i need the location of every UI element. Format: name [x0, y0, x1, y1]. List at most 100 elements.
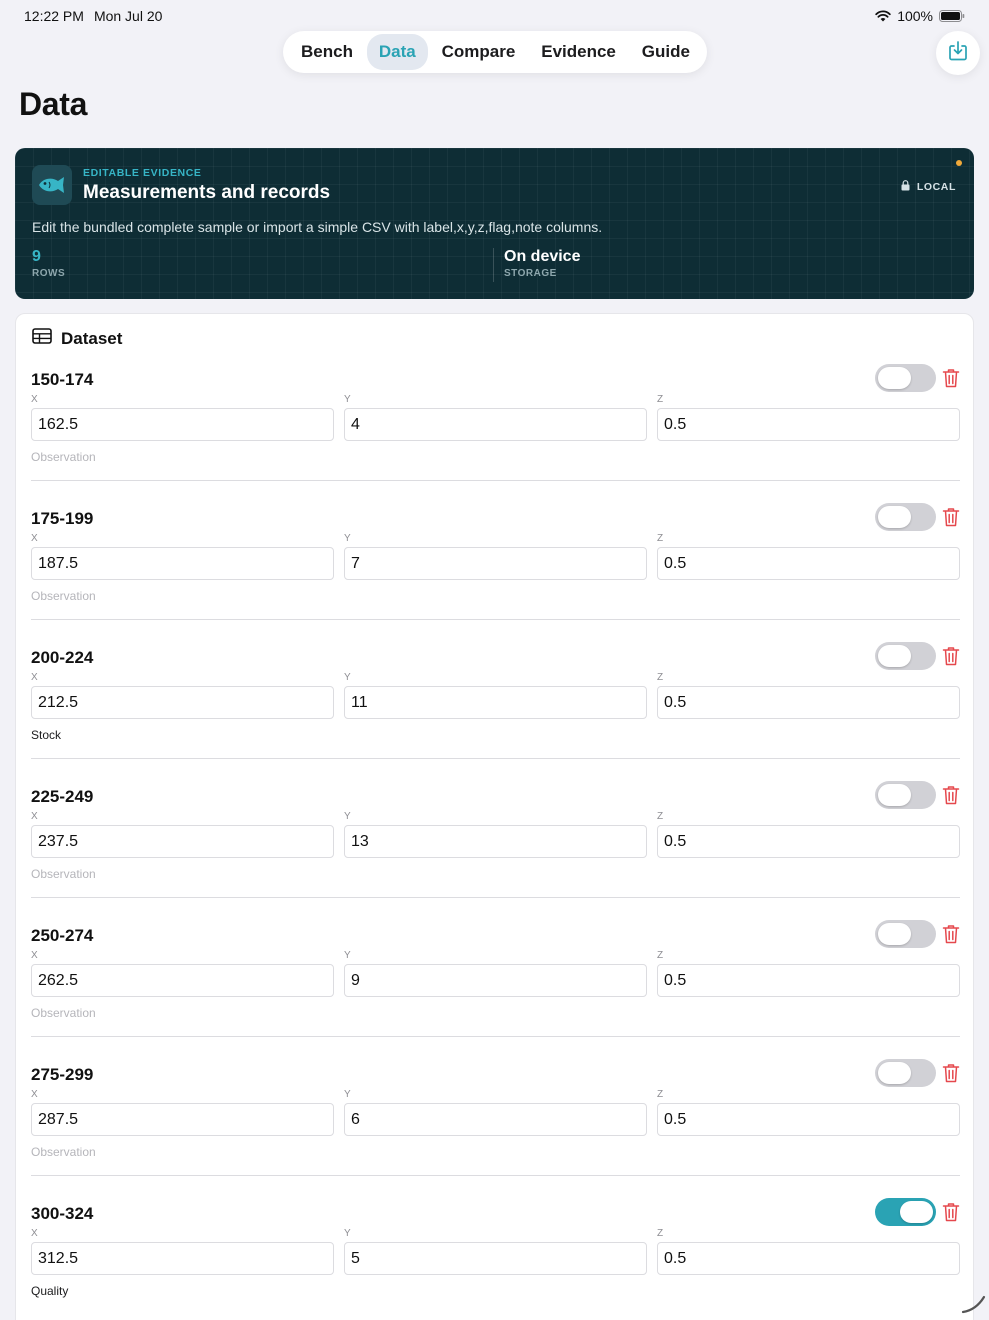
- y-field[interactable]: [344, 408, 647, 441]
- toggle-knob: [878, 923, 911, 945]
- y-label: Y: [344, 950, 351, 961]
- status-date: Mon Jul 20: [93, 8, 163, 24]
- flag-toggle[interactable]: [875, 364, 936, 392]
- toggle-knob: [878, 506, 911, 528]
- resize-handle-icon[interactable]: [958, 1288, 988, 1318]
- y-field[interactable]: [344, 1103, 647, 1136]
- row-divider: [31, 1036, 960, 1037]
- dataset-row: 225-249 X Y Z Observation: [31, 781, 960, 920]
- status-right: 100%: [875, 8, 965, 24]
- export-button[interactable]: [936, 31, 980, 75]
- row-divider: [31, 619, 960, 620]
- banner-description: Edit the bundled complete sample or impo…: [32, 219, 603, 235]
- x-label: X: [31, 1089, 38, 1100]
- tab-compare[interactable]: Compare: [430, 34, 528, 70]
- z-label: Z: [657, 672, 664, 683]
- z-field[interactable]: [657, 825, 960, 858]
- row-label: 225-249: [31, 787, 94, 806]
- note-field[interactable]: Observation: [31, 1145, 96, 1159]
- note-field[interactable]: Observation: [31, 867, 96, 881]
- trash-icon[interactable]: [942, 368, 960, 388]
- y-field[interactable]: [344, 964, 647, 997]
- z-field[interactable]: [657, 408, 960, 441]
- row-label: 175-199: [31, 509, 94, 528]
- trash-icon[interactable]: [942, 785, 960, 805]
- trash-icon[interactable]: [942, 1063, 960, 1083]
- note-field[interactable]: Observation: [31, 450, 96, 464]
- z-field[interactable]: [657, 1103, 960, 1136]
- trash-icon[interactable]: [942, 507, 960, 527]
- tab-guide[interactable]: Guide: [630, 34, 702, 70]
- flag-toggle[interactable]: [875, 781, 936, 809]
- y-field[interactable]: [344, 686, 647, 719]
- z-field[interactable]: [657, 1242, 960, 1275]
- flag-toggle[interactable]: [875, 642, 936, 670]
- row-label: 150-174: [31, 370, 94, 389]
- rows-value: 9: [32, 248, 41, 265]
- x-label: X: [31, 811, 38, 822]
- x-label: X: [31, 533, 38, 544]
- tab-bench[interactable]: Bench: [289, 34, 365, 70]
- dataset-row: 250-274 X Y Z Observation: [31, 920, 960, 1059]
- dataset-header: Dataset: [32, 328, 122, 349]
- trash-icon[interactable]: [942, 924, 960, 944]
- toggle-knob: [878, 1062, 911, 1084]
- z-field[interactable]: [657, 547, 960, 580]
- y-label: Y: [344, 1089, 351, 1100]
- x-label: X: [31, 672, 38, 683]
- y-field[interactable]: [344, 1242, 647, 1275]
- x-label: X: [31, 1228, 38, 1239]
- x-field[interactable]: [31, 825, 334, 858]
- row-label: 275-299: [31, 1065, 94, 1084]
- table-icon: [32, 328, 52, 349]
- page-title: Data: [19, 86, 88, 122]
- storage-value: On device: [504, 248, 581, 265]
- z-label: Z: [657, 1089, 664, 1100]
- banner-eyebrow: EDITABLE EVIDENCE: [83, 167, 202, 179]
- x-field[interactable]: [31, 408, 334, 441]
- row-label: 250-274: [31, 926, 94, 945]
- x-field[interactable]: [31, 686, 334, 719]
- x-field[interactable]: [31, 964, 334, 997]
- x-label: X: [31, 394, 38, 405]
- x-label: X: [31, 950, 38, 961]
- note-field[interactable]: Observation: [31, 589, 96, 603]
- toggle-knob: [900, 1201, 933, 1223]
- row-divider: [31, 897, 960, 898]
- dataset-row: 150-174 X Y Z Observation: [31, 364, 960, 503]
- note-field[interactable]: Stock: [31, 728, 61, 742]
- dataset-row: 275-299 X Y Z Observation: [31, 1059, 960, 1198]
- note-field[interactable]: Observation: [31, 1006, 96, 1020]
- trash-icon[interactable]: [942, 646, 960, 666]
- y-field[interactable]: [344, 825, 647, 858]
- evidence-banner: EDITABLE EVIDENCE Measurements and recor…: [15, 148, 974, 299]
- dataset-row: 175-199 X Y Z Observation: [31, 503, 960, 642]
- z-field[interactable]: [657, 686, 960, 719]
- flag-toggle[interactable]: [875, 503, 936, 531]
- flag-toggle[interactable]: [875, 1198, 936, 1226]
- status-bar: 12:22 PM Mon Jul 20 100%: [0, 0, 989, 32]
- toggle-knob: [878, 645, 911, 667]
- toggle-knob: [878, 784, 911, 806]
- y-field[interactable]: [344, 547, 647, 580]
- local-badge-label: LOCAL: [916, 181, 956, 193]
- z-label: Z: [657, 1228, 664, 1239]
- z-field[interactable]: [657, 964, 960, 997]
- x-field[interactable]: [31, 547, 334, 580]
- row-divider: [31, 1175, 960, 1176]
- trash-icon[interactable]: [942, 1202, 960, 1222]
- tab-evidence[interactable]: Evidence: [529, 34, 628, 70]
- flag-toggle[interactable]: [875, 1059, 936, 1087]
- x-field[interactable]: [31, 1103, 334, 1136]
- row-label: 300-324: [31, 1204, 94, 1223]
- x-field[interactable]: [31, 1242, 334, 1275]
- stat-divider: [493, 248, 494, 282]
- note-field[interactable]: Quality: [31, 1284, 68, 1298]
- storage-stat: On device STORAGE: [504, 248, 580, 279]
- y-label: Y: [344, 533, 351, 544]
- flag-toggle[interactable]: [875, 920, 936, 948]
- tab-data[interactable]: Data: [366, 34, 428, 70]
- rows-stat: 9 ROWS: [32, 248, 65, 279]
- z-label: Z: [657, 533, 664, 544]
- dataset-card: Dataset 150-174 X Y Z Observation 175-199 X Y Z O…: [15, 313, 974, 1320]
